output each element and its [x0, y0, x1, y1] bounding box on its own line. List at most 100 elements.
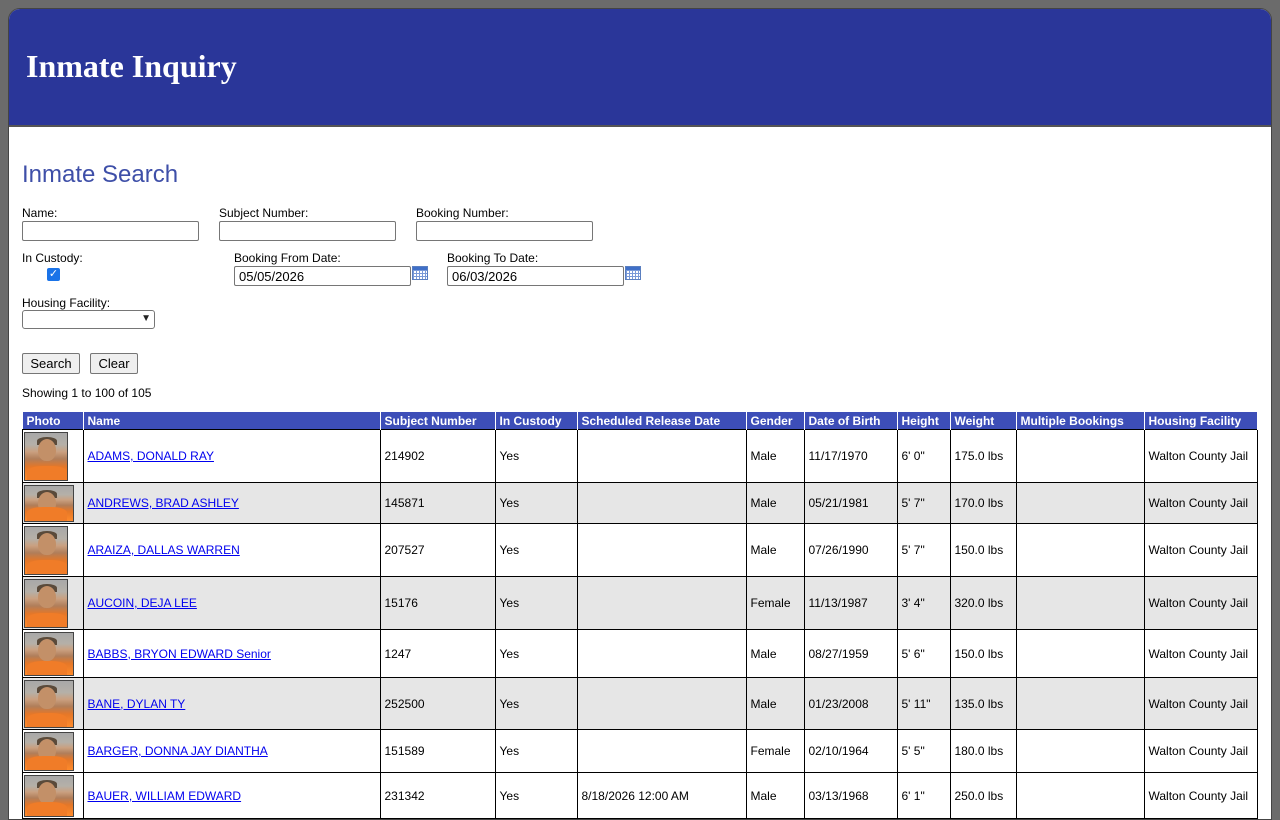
release-date-cell: 8/18/2026 12:00 AM [576, 772, 747, 819]
dob-cell: 11/17/1970 [803, 429, 898, 483]
table-row: BABBS, BRYON EDWARD Senior 1247 Yes Male… [22, 629, 1258, 678]
photo-cell [22, 482, 84, 524]
name-input[interactable] [22, 221, 199, 241]
release-date-cell [576, 629, 747, 678]
column-header: Housing Facility [1144, 412, 1258, 430]
inmate-name-link[interactable]: ADAMS, DONALD RAY [88, 449, 214, 463]
in-custody-cell: Yes [494, 576, 578, 630]
dob-cell: 05/21/1981 [803, 482, 898, 524]
height-cell: 6' 1" [896, 772, 951, 819]
multiple-bookings-cell [1015, 429, 1145, 483]
column-header: Weight [950, 412, 1017, 430]
gender-cell: Male [745, 629, 805, 678]
dob-cell: 02/10/1964 [803, 729, 898, 773]
booking-from-input[interactable] [234, 266, 411, 286]
weight-cell: 150.0 lbs [949, 523, 1017, 577]
booking-number-input[interactable] [416, 221, 593, 241]
in-custody-cell: Yes [494, 772, 578, 819]
subject-number-cell: 15176 [379, 576, 496, 630]
release-date-cell [576, 523, 747, 577]
mugshot-image[interactable] [24, 431, 68, 481]
weight-cell: 250.0 lbs [949, 772, 1017, 819]
mugshot-image[interactable] [24, 484, 74, 522]
photo-cell [22, 677, 84, 730]
results-count: Showing 1 to 100 of 105 [22, 386, 152, 400]
column-header: Multiple Bookings [1016, 412, 1145, 430]
housing-facility-cell: Walton County Jail [1143, 729, 1258, 773]
weight-cell: 320.0 lbs [949, 576, 1017, 630]
housing-facility-label: Housing Facility: [22, 296, 111, 310]
column-header: Date of Birth [804, 412, 898, 430]
booking-to-label: Booking To Date: [447, 251, 539, 265]
section-title: Inmate Search [22, 161, 179, 188]
release-date-cell [576, 576, 747, 630]
booking-to-input[interactable] [447, 266, 624, 286]
search-button[interactable]: Search [22, 353, 80, 374]
release-date-cell [576, 677, 747, 730]
results-table: Photo Name Subject Number In Custody Sch… [22, 412, 1258, 819]
inmate-name-link[interactable]: BABBS, BRYON EDWARD Senior [88, 647, 271, 661]
mugshot-image[interactable] [24, 525, 68, 575]
mugshot-image[interactable] [24, 631, 74, 676]
gender-cell: Male [745, 482, 805, 524]
multiple-bookings-cell [1015, 482, 1145, 524]
in-custody-cell: Yes [494, 523, 578, 577]
inmate-name-link[interactable]: BANE, DYLAN TY [88, 697, 186, 711]
housing-facility-cell: Walton County Jail [1143, 677, 1258, 730]
housing-facility-cell: Walton County Jail [1143, 772, 1258, 819]
gender-cell: Male [745, 677, 805, 730]
weight-cell: 170.0 lbs [949, 482, 1017, 524]
dob-cell: 07/26/1990 [803, 523, 898, 577]
housing-facility-select[interactable]: ▼ [22, 310, 155, 329]
housing-facility-cell: Walton County Jail [1143, 482, 1258, 524]
mugshot-image[interactable] [24, 731, 74, 771]
weight-cell: 135.0 lbs [949, 677, 1017, 730]
photo-cell [22, 429, 84, 483]
in-custody-cell: Yes [494, 629, 578, 678]
header-banner: Inmate Inquiry [9, 9, 1271, 127]
table-row: BANE, DYLAN TY 252500 Yes Male 01/23/200… [22, 677, 1258, 730]
gender-cell: Female [745, 576, 805, 630]
photo-cell [22, 576, 84, 630]
app-window: Inmate Inquiry Inmate Search Name: Subje… [8, 8, 1272, 820]
housing-facility-cell: Walton County Jail [1143, 429, 1258, 483]
mugshot-image[interactable] [24, 578, 68, 628]
release-date-cell [576, 482, 747, 524]
mugshot-image[interactable] [24, 774, 74, 817]
clear-button[interactable]: Clear [90, 353, 138, 374]
table-row: BAUER, WILLIAM EDWARD 231342 Yes 8/18/20… [22, 772, 1258, 819]
multiple-bookings-cell [1015, 729, 1145, 773]
in-custody-checkbox[interactable]: ✓ [47, 268, 60, 281]
multiple-bookings-cell [1015, 576, 1145, 630]
calendar-icon[interactable] [412, 266, 428, 280]
dob-cell: 01/23/2008 [803, 677, 898, 730]
in-custody-cell: Yes [494, 729, 578, 773]
mugshot-image[interactable] [24, 679, 74, 728]
multiple-bookings-cell [1015, 523, 1145, 577]
inmate-name-link[interactable]: BAUER, WILLIAM EDWARD [88, 789, 242, 803]
multiple-bookings-cell [1015, 772, 1145, 819]
height-cell: 5' 6" [896, 629, 951, 678]
table-row: BARGER, DONNA JAY DIANTHA 151589 Yes Fem… [22, 729, 1258, 773]
photo-cell [22, 629, 84, 678]
app-title: Inmate Inquiry [26, 48, 237, 84]
release-date-cell [576, 429, 747, 483]
calendar-icon[interactable] [625, 266, 641, 280]
column-header: Gender [746, 412, 805, 430]
inmate-name-link[interactable]: BARGER, DONNA JAY DIANTHA [88, 744, 268, 758]
subject-number-input[interactable] [219, 221, 396, 241]
chevron-down-icon: ▼ [141, 313, 151, 324]
inmate-name-link[interactable]: ANDREWS, BRAD ASHLEY [88, 496, 239, 510]
gender-cell: Male [745, 429, 805, 483]
photo-cell [22, 729, 84, 773]
height-cell: 5' 7" [896, 523, 951, 577]
weight-cell: 175.0 lbs [949, 429, 1017, 483]
inmate-name-link[interactable]: AUCOIN, DEJA LEE [88, 596, 197, 610]
inmate-name-link[interactable]: ARAIZA, DALLAS WARREN [88, 543, 240, 557]
booking-number-label: Booking Number: [416, 206, 509, 220]
in-custody-cell: Yes [494, 677, 578, 730]
housing-facility-cell: Walton County Jail [1143, 576, 1258, 630]
subject-number-cell: 231342 [379, 772, 496, 819]
release-date-cell [576, 729, 747, 773]
dob-cell: 03/13/1968 [803, 772, 898, 819]
